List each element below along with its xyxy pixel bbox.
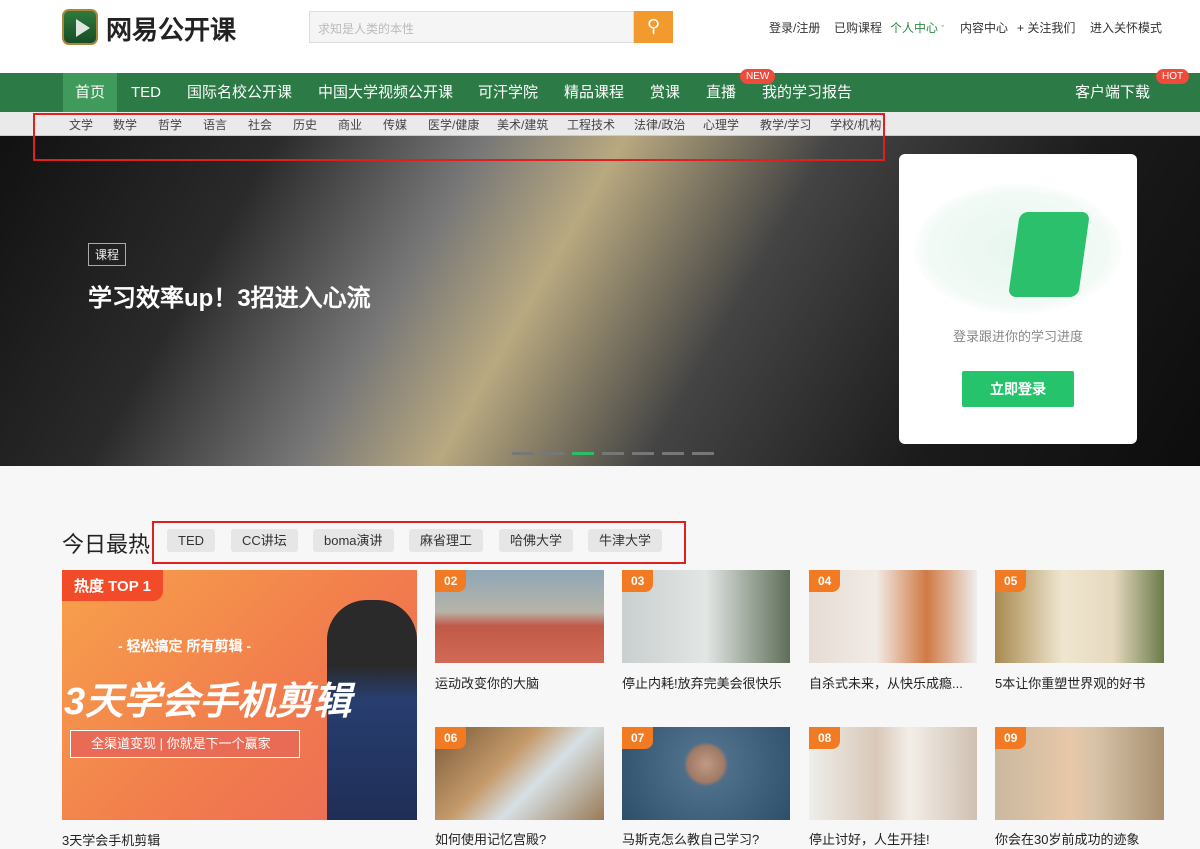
course-caption[interactable]: 停止内耗!放弃完美会很快乐 — [622, 673, 791, 692]
chevron-down-icon: ˇ — [941, 24, 944, 34]
course-thumbnail[interactable]: 05 — [995, 570, 1164, 663]
top-course-caption[interactable]: 3天学会手机剪辑 — [62, 830, 231, 849]
login-button[interactable]: 立即登录 — [962, 371, 1074, 407]
carousel-dot[interactable] — [542, 452, 564, 455]
course-caption[interactable]: 自杀式未来，从快乐成瘾... — [809, 673, 978, 692]
top-course-card[interactable]: 热度 TOP 1 - 轻松搞定 所有剪辑 - 3天学会手机剪辑 全渠道变现 | … — [62, 570, 417, 820]
care-mode-link[interactable]: 进入关怀模式 — [1090, 19, 1162, 36]
carousel-dot[interactable] — [602, 452, 624, 455]
main-nav: 首页 TED 国际名校公开课 中国大学视频公开课 可汗学院 精品课程 赏课 直播… — [0, 73, 1200, 112]
logo-text[interactable]: 网易公开课 — [106, 10, 236, 47]
rank-badge: 03 — [622, 570, 653, 592]
course-caption[interactable]: 马斯克怎么教自己学习? — [622, 829, 791, 848]
course-caption[interactable]: 运动改变你的大脑 — [435, 673, 604, 692]
rank-badge: 07 — [622, 727, 653, 749]
course-caption[interactable]: 5本让你重塑世界观的好书 — [995, 673, 1164, 692]
top-banner-sub: - 轻松搞定 所有剪辑 - — [118, 636, 251, 656]
carousel-dot-active[interactable] — [572, 452, 594, 455]
search-icon[interactable]: ⚲ — [634, 11, 673, 43]
rank-badge: 02 — [435, 570, 466, 592]
top-badge: 热度 TOP 1 — [62, 570, 163, 601]
course-caption[interactable]: 你会在30岁前成功的迹象 — [995, 829, 1164, 848]
nav-shangke[interactable]: 赏课 — [638, 73, 692, 112]
rank-badge: 04 — [809, 570, 840, 592]
nav-international[interactable]: 国际名校公开课 — [175, 73, 304, 112]
nav-study-report[interactable]: 我的学习报告 — [750, 73, 864, 112]
course-caption[interactable]: 停止讨好，人生开挂! — [809, 829, 978, 848]
course-thumbnail[interactable]: 03 — [622, 570, 790, 663]
banner-tag: 课程 — [88, 243, 126, 266]
course-thumbnail[interactable]: 09 — [995, 727, 1164, 820]
highlight-box — [152, 521, 686, 564]
carousel-dot[interactable] — [692, 452, 714, 455]
nav-chinese-university[interactable]: 中国大学视频公开课 — [306, 73, 465, 112]
top-banner-title: 3天学会手机剪辑 — [64, 670, 351, 725]
follow-us-link[interactable]: + 关注我们 — [1017, 19, 1075, 36]
login-card: 登录跟进你的学习进度 立即登录 — [899, 154, 1137, 444]
login-card-text: 登录跟进你的学习进度 — [899, 326, 1137, 345]
nav-premium[interactable]: 精品课程 — [552, 73, 636, 112]
rank-badge: 09 — [995, 727, 1026, 749]
personal-center-label: 个人中心 — [890, 21, 938, 35]
hot-badge: HOT — [1156, 69, 1189, 84]
carousel-dot[interactable] — [662, 452, 684, 455]
personal-center-link[interactable]: 个人中心 ˇ — [890, 19, 944, 36]
purchased-courses-link[interactable]: 已购课程 — [834, 19, 882, 36]
course-thumbnail[interactable]: 06 — [435, 727, 604, 820]
course-thumbnail[interactable]: 08 — [809, 727, 977, 820]
content-center-link[interactable]: 内容中心 — [960, 19, 1008, 36]
highlight-box — [33, 113, 885, 161]
header: 网易公开课 求知是人类的本性 ⚲ 登录/注册 已购课程 个人中心 ˇ 内容中心 … — [0, 0, 1200, 73]
top-banner-bar: 全渠道变现 | 你就是下一个赢家 — [70, 730, 300, 758]
course-caption[interactable]: 如何使用记忆宫殿? — [435, 829, 604, 848]
banner-title[interactable]: 学习效率up！3招进入心流 — [88, 278, 371, 313]
rank-badge: 06 — [435, 727, 466, 749]
login-register-link[interactable]: 登录/注册 — [769, 19, 820, 36]
nav-ted[interactable]: TED — [119, 73, 173, 112]
search-input[interactable]: 求知是人类的本性 — [309, 11, 634, 43]
carousel-dot[interactable] — [632, 452, 654, 455]
carousel-dot[interactable] — [512, 452, 534, 455]
nav-home[interactable]: 首页 — [63, 73, 117, 112]
hot-section-title: 今日最热 — [62, 527, 150, 559]
course-thumbnail[interactable]: 04 — [809, 570, 977, 663]
course-thumbnail[interactable]: 02 — [435, 570, 604, 663]
logo-icon[interactable] — [62, 9, 98, 45]
nav-khan[interactable]: 可汗学院 — [466, 73, 550, 112]
rank-badge: 08 — [809, 727, 840, 749]
nav-download[interactable]: 客户端下载 — [1063, 73, 1162, 112]
phone-illustration-icon — [1008, 212, 1090, 297]
course-thumbnail[interactable]: 07 — [622, 727, 790, 820]
rank-badge: 05 — [995, 570, 1026, 592]
